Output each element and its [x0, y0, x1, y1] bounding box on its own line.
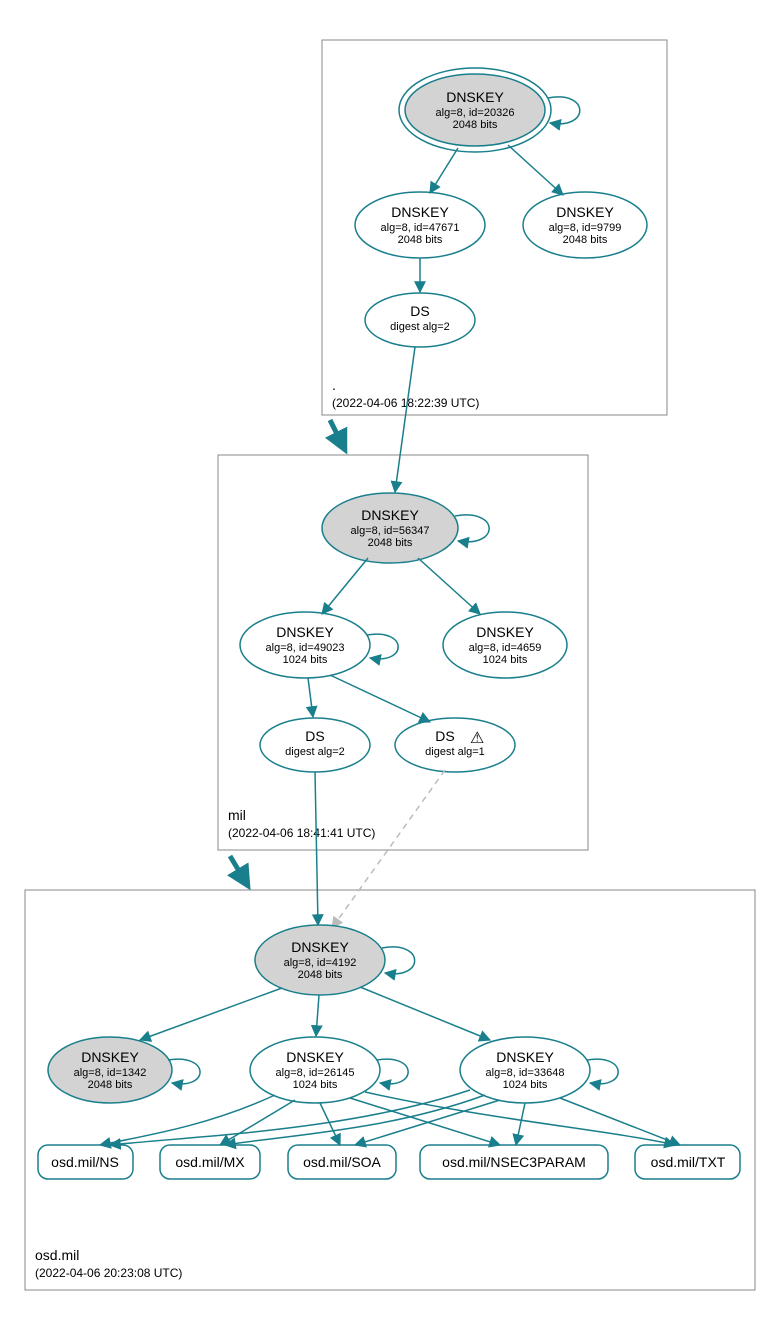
- edge-zone-mil-osd: [230, 856, 248, 886]
- svg-text:1024 bits: 1024 bits: [483, 654, 528, 666]
- zone-osd-time: (2022-04-06 20:23:08 UTC): [35, 1266, 182, 1280]
- node-root-ds: DS digest alg=2: [365, 293, 475, 347]
- edge-rootksk-zsk2: [508, 145, 563, 195]
- svg-text:DNSKEY: DNSKEY: [361, 507, 419, 523]
- e-k3-txt: [560, 1098, 680, 1145]
- svg-text:DNSKEY: DNSKEY: [446, 89, 504, 105]
- svg-text:DS: DS: [435, 728, 454, 744]
- node-osd-k3: DNSKEY alg=8, id=33648 1024 bits: [460, 1037, 590, 1103]
- svg-text:DNSKEY: DNSKEY: [556, 204, 614, 220]
- edge-rootds-milksk: [395, 347, 415, 492]
- svg-text:DS: DS: [410, 303, 429, 319]
- svg-text:DNSKEY: DNSKEY: [391, 204, 449, 220]
- svg-text:alg=8, id=20326: alg=8, id=20326: [436, 107, 515, 119]
- rr-txt: osd.mil/TXT: [635, 1145, 740, 1179]
- svg-text:DNSKEY: DNSKEY: [496, 1049, 554, 1065]
- warning-icon: ⚠: [470, 730, 484, 747]
- svg-text:DNSKEY: DNSKEY: [476, 624, 534, 640]
- svg-text:digest alg=1: digest alg=1: [425, 746, 485, 758]
- svg-text:1024 bits: 1024 bits: [283, 654, 328, 666]
- node-mil-zsk2: DNSKEY alg=8, id=4659 1024 bits: [443, 612, 567, 678]
- edge-milzsk1-ds2: [330, 675, 430, 722]
- svg-text:DNSKEY: DNSKEY: [291, 939, 349, 955]
- rr-nsec3param: osd.mil/NSEC3PARAM: [420, 1145, 608, 1179]
- edge-milksk-zsk1: [322, 558, 368, 614]
- svg-text:1024 bits: 1024 bits: [503, 1079, 548, 1091]
- edge-milksk-self: [455, 515, 489, 542]
- svg-text:2048 bits: 2048 bits: [453, 119, 498, 131]
- svg-text:DS: DS: [305, 728, 324, 744]
- node-mil-ds2: DS digest alg=1 ⚠: [395, 718, 515, 772]
- edge-milzsk1-self: [367, 634, 398, 659]
- node-root-zsk1: DNSKEY alg=8, id=47671 2048 bits: [355, 192, 485, 258]
- svg-text:osd.mil/NSEC3PARAM: osd.mil/NSEC3PARAM: [442, 1154, 586, 1170]
- node-osd-ksk: DNSKEY alg=8, id=4192 2048 bits: [255, 925, 385, 995]
- edge-rootksk-zsk1: [430, 148, 458, 193]
- svg-text:digest alg=2: digest alg=2: [390, 321, 450, 333]
- edge-milksk-zsk2: [418, 558, 480, 614]
- e-k3-nsec: [516, 1103, 525, 1145]
- node-mil-zsk1: DNSKEY alg=8, id=49023 1024 bits: [240, 612, 370, 678]
- zone-mil-label: mil: [228, 807, 246, 823]
- svg-text:2048 bits: 2048 bits: [88, 1079, 133, 1091]
- svg-text:DNSKEY: DNSKEY: [81, 1049, 139, 1065]
- svg-text:osd.mil/MX: osd.mil/MX: [175, 1154, 245, 1170]
- rr-soa: osd.mil/SOA: [288, 1145, 396, 1179]
- edge-osdk3-self: [587, 1059, 618, 1084]
- e-k2-nsec: [350, 1098, 500, 1145]
- node-root-zsk2: DNSKEY alg=8, id=9799 2048 bits: [523, 192, 647, 258]
- edge-osdk2-self: [377, 1059, 408, 1084]
- svg-text:osd.mil/SOA: osd.mil/SOA: [303, 1154, 381, 1170]
- edge-milzsk1-ds1: [308, 678, 313, 717]
- edge-milds1-osdksk: [315, 772, 318, 925]
- rr-mx: osd.mil/MX: [160, 1145, 260, 1179]
- edge-osdksk-k1: [140, 988, 282, 1040]
- edge-osdksk-self: [382, 947, 415, 974]
- e-k2-mx: [220, 1100, 295, 1145]
- svg-text:1024 bits: 1024 bits: [293, 1079, 338, 1091]
- svg-text:DNSKEY: DNSKEY: [286, 1049, 344, 1065]
- e-k3-mx: [225, 1095, 485, 1145]
- node-mil-ds1: DS digest alg=2: [260, 718, 370, 772]
- zone-root-label: .: [332, 377, 336, 393]
- edge-osdksk-k2: [316, 995, 319, 1036]
- svg-text:2048 bits: 2048 bits: [398, 234, 443, 246]
- svg-text:2048 bits: 2048 bits: [368, 537, 413, 549]
- node-osd-k2: DNSKEY alg=8, id=26145 1024 bits: [250, 1037, 380, 1103]
- edge-root-ksk-self: [548, 97, 580, 124]
- svg-text:osd.mil/TXT: osd.mil/TXT: [651, 1154, 726, 1170]
- svg-text:alg=8, id=49023: alg=8, id=49023: [266, 642, 345, 654]
- svg-text:alg=8, id=33648: alg=8, id=33648: [486, 1067, 565, 1079]
- svg-text:osd.mil/NS: osd.mil/NS: [51, 1154, 119, 1170]
- svg-text:2048 bits: 2048 bits: [298, 969, 343, 981]
- svg-text:alg=8, id=9799: alg=8, id=9799: [549, 222, 622, 234]
- edge-milds2-osdksk: [332, 770, 445, 928]
- zone-root-time: (2022-04-06 18:22:39 UTC): [332, 396, 479, 410]
- svg-text:alg=8, id=4192: alg=8, id=4192: [284, 957, 357, 969]
- node-mil-ksk: DNSKEY alg=8, id=56347 2048 bits: [322, 493, 458, 563]
- svg-text:alg=8, id=56347: alg=8, id=56347: [351, 525, 430, 537]
- edge-osdksk-k3: [360, 987, 490, 1040]
- edge-zone-root-mil: [330, 420, 345, 450]
- svg-text:alg=8, id=1342: alg=8, id=1342: [74, 1067, 147, 1079]
- svg-text:alg=8, id=47671: alg=8, id=47671: [381, 222, 460, 234]
- zone-mil-time: (2022-04-06 18:41:41 UTC): [228, 826, 375, 840]
- node-root-ksk: DNSKEY alg=8, id=20326 2048 bits: [399, 68, 551, 152]
- zone-osd-label: osd.mil: [35, 1247, 79, 1263]
- svg-text:alg=8, id=26145: alg=8, id=26145: [276, 1067, 355, 1079]
- svg-text:digest alg=2: digest alg=2: [285, 746, 345, 758]
- node-osd-k1: DNSKEY alg=8, id=1342 2048 bits: [48, 1037, 172, 1103]
- edge-osdk1-self: [168, 1059, 200, 1084]
- svg-text:DNSKEY: DNSKEY: [276, 624, 334, 640]
- svg-text:alg=8, id=4659: alg=8, id=4659: [469, 642, 542, 654]
- rr-ns: osd.mil/NS: [38, 1145, 133, 1179]
- svg-text:2048 bits: 2048 bits: [563, 234, 608, 246]
